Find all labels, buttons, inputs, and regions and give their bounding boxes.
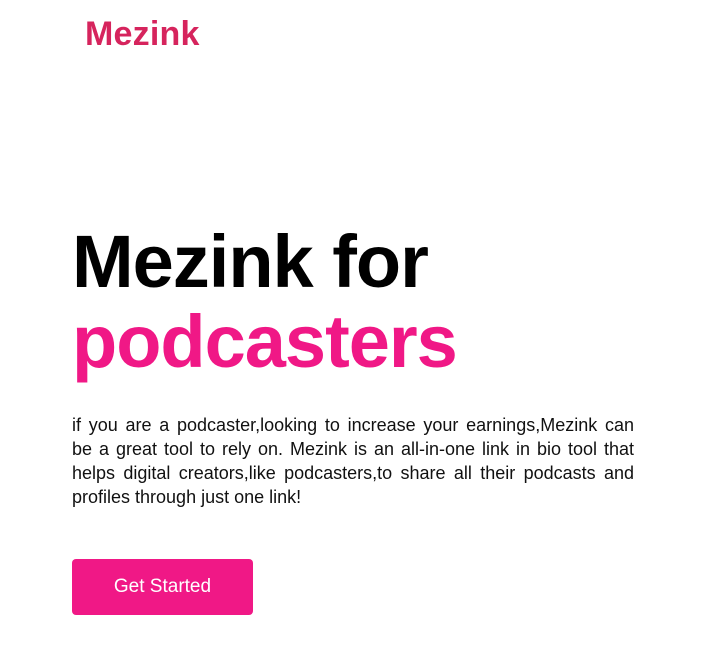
get-started-button[interactable]: Get Started	[72, 559, 253, 615]
logo[interactable]: Mezink	[85, 12, 200, 56]
hero-title: Mezink for podcasters	[72, 220, 458, 383]
hero-title-line1: Mezink for	[72, 220, 429, 303]
hero-description: if you are a podcaster,looking to increa…	[72, 415, 634, 507]
hero-title-highlight: podcasters	[72, 300, 458, 383]
